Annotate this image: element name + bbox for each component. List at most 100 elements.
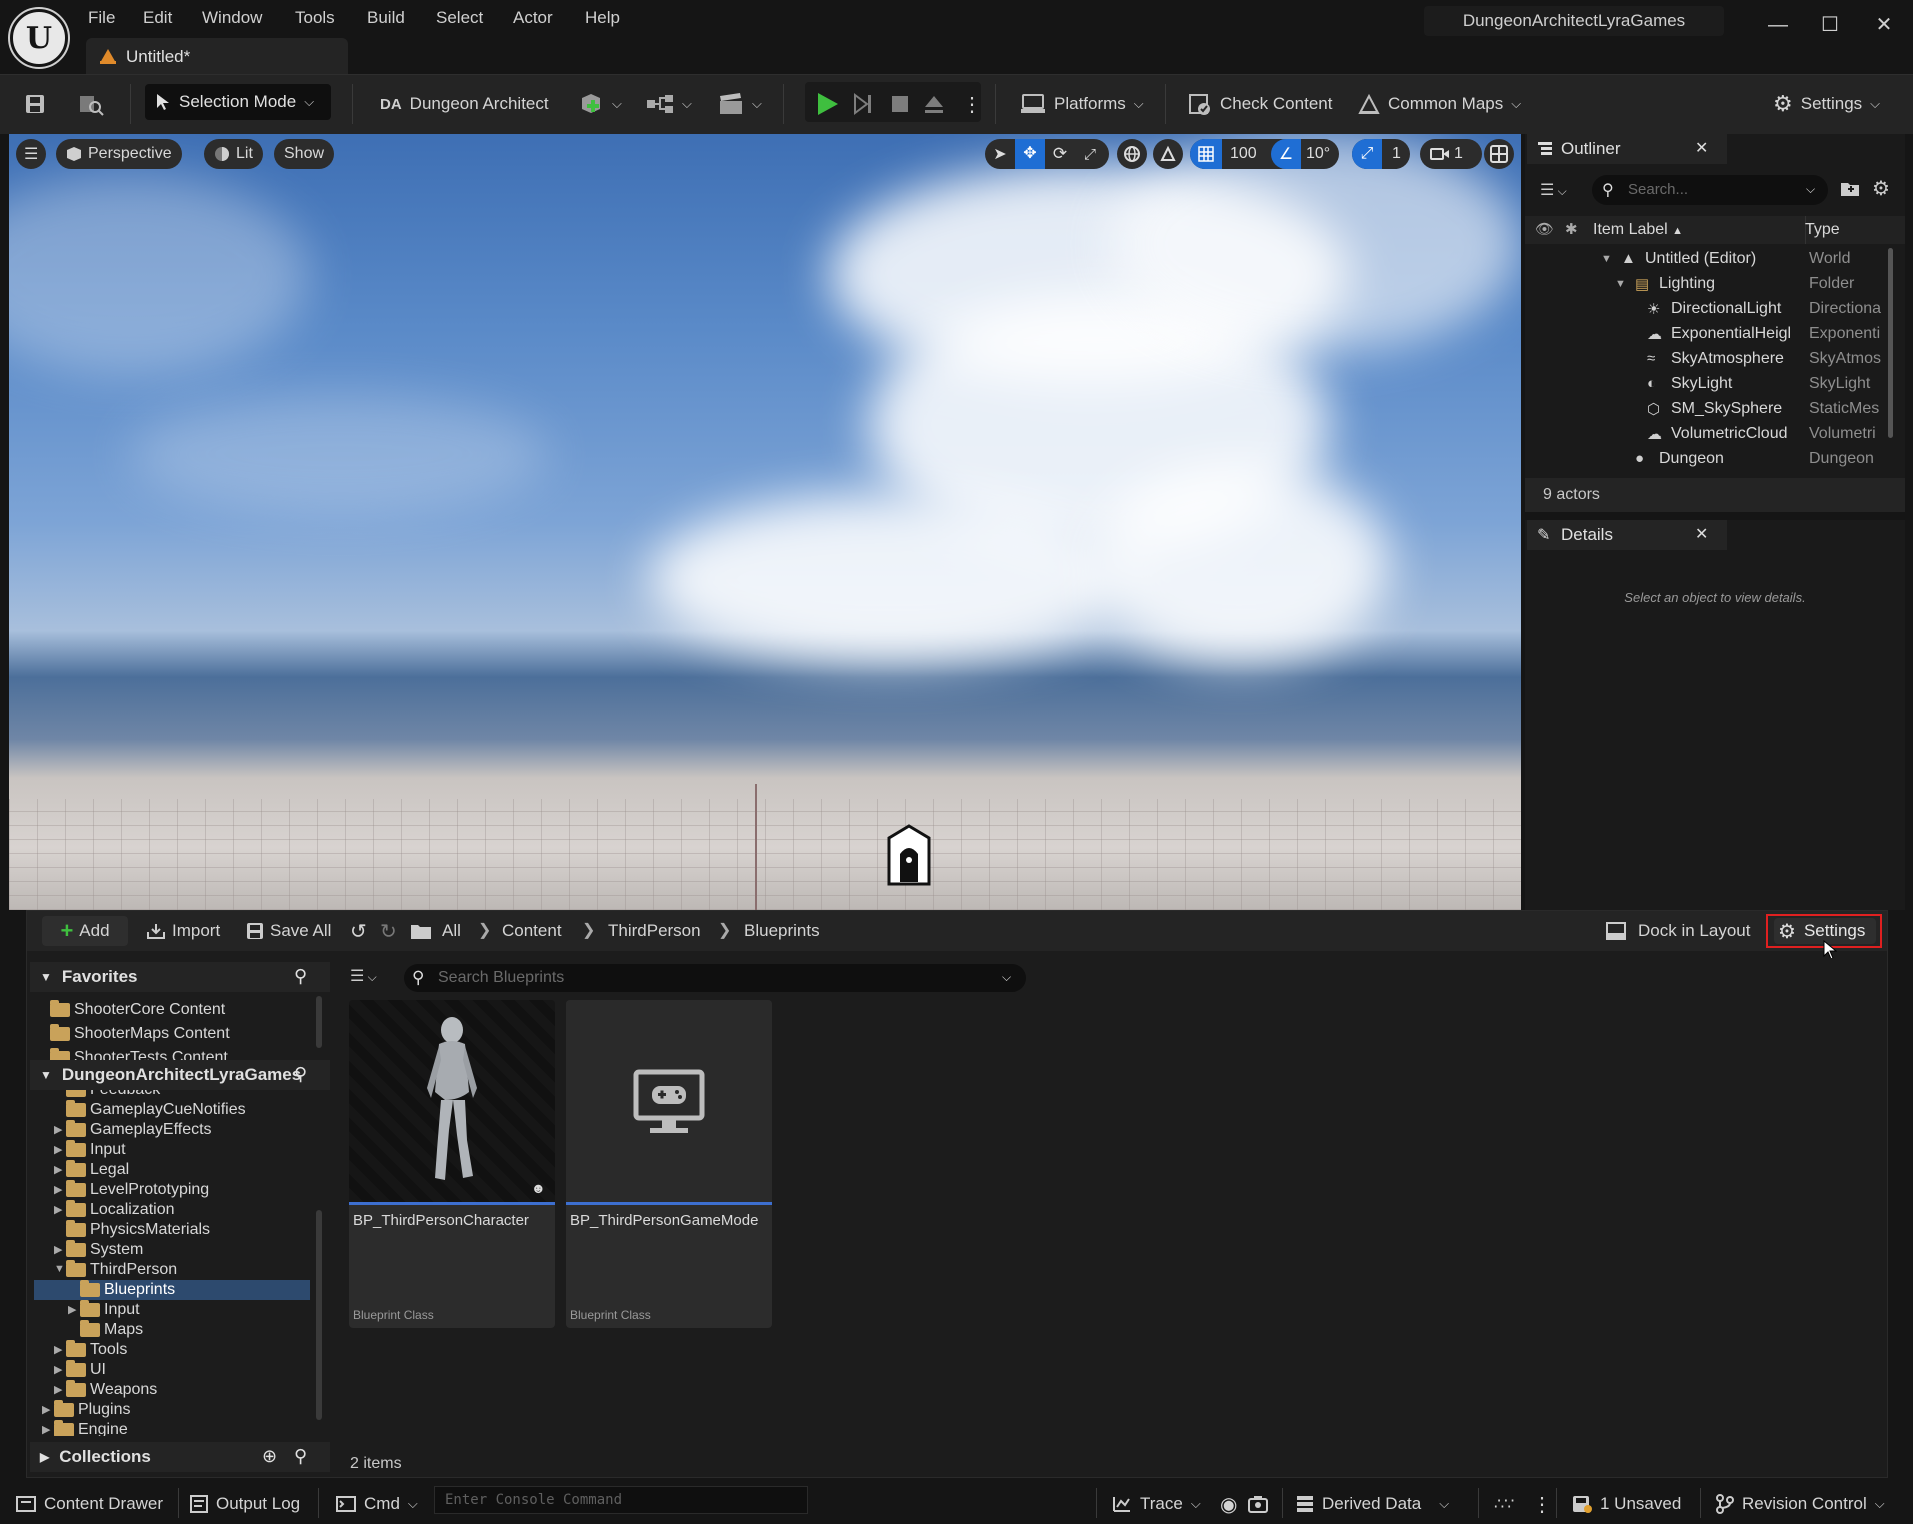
close-icon[interactable]: ✕: [1695, 138, 1708, 158]
chevron-right-icon[interactable]: ▶: [54, 1203, 62, 1216]
folder-tree-item[interactable]: Blueprints: [34, 1280, 310, 1300]
chevron-right-icon[interactable]: ▶: [54, 1143, 62, 1156]
move-tool-icon[interactable]: ✥: [1015, 139, 1045, 169]
folder-tree-item[interactable]: ▶ Tools: [30, 1340, 312, 1360]
chevron-down-icon[interactable]: ▼: [54, 1263, 65, 1275]
breadcrumb-all[interactable]: All: [442, 921, 461, 941]
folder-tree-item[interactable]: ▶ GameplayEffects: [30, 1120, 312, 1140]
chevron-right-icon[interactable]: ▶: [54, 1383, 62, 1396]
scale-snap-control[interactable]: ⤢ 1: [1352, 139, 1410, 169]
platforms-button[interactable]: Platforms ⌵: [1020, 84, 1144, 124]
dungeon-architect-button[interactable]: DA Dungeon Architect: [380, 84, 549, 124]
outliner-row[interactable]: ◐ SkyLight SkyLight: [1525, 373, 1885, 398]
minimize-button[interactable]: —: [1760, 10, 1796, 40]
more-options-icon[interactable]: ⋮: [1532, 1490, 1552, 1518]
level-tab[interactable]: Untitled*: [86, 38, 348, 74]
expand-arrow-icon[interactable]: ▼: [1601, 253, 1612, 265]
content-drawer-button[interactable]: Content Drawer: [16, 1490, 163, 1518]
select-tool-icon[interactable]: ➤: [985, 144, 1015, 164]
breadcrumb-content[interactable]: Content: [502, 921, 562, 941]
console-input[interactable]: Enter Console Command: [434, 1486, 808, 1514]
folder-tree-item[interactable]: ▶ Legal: [30, 1160, 312, 1180]
asset-card-character[interactable]: ☻ BP_ThirdPersonCharacter Blueprint Clas…: [349, 1000, 555, 1328]
cinematics-button[interactable]: ⌵: [718, 84, 762, 124]
asset-filter-button[interactable]: ☰ ⌵: [350, 966, 377, 986]
stop-icon[interactable]: [890, 84, 910, 124]
item-label-column[interactable]: Item Label ▲: [1593, 221, 1683, 239]
folder-tree-item[interactable]: ▶ System: [30, 1240, 312, 1260]
favorites-scrollbar[interactable]: [316, 996, 322, 1048]
cmd-dropdown[interactable]: Cmd ⌵: [336, 1490, 418, 1518]
breadcrumb-thirdperson[interactable]: ThirdPerson: [608, 921, 701, 941]
outliner-row[interactable]: ☁ ExponentialHeigl Exponenti: [1525, 323, 1885, 348]
chevron-right-icon[interactable]: ▶: [42, 1403, 50, 1416]
outliner-row[interactable]: ⬡ SM_SkySphere StaticMes: [1525, 398, 1885, 423]
outliner-row[interactable]: ▼ ▤ Lighting Folder: [1525, 273, 1885, 298]
folder-tree-item[interactable]: ▶ Engine: [30, 1420, 312, 1436]
folder-tree-item[interactable]: ▶ Plugins: [30, 1400, 312, 1420]
import-button[interactable]: Import: [146, 917, 220, 945]
viewport-layout-icon[interactable]: [1484, 139, 1514, 169]
record-icon[interactable]: ◉: [1220, 1490, 1237, 1518]
folder-tree-item[interactable]: ▶ Weapons: [30, 1380, 312, 1400]
unreal-logo-icon[interactable]: U: [8, 7, 70, 69]
collections-header[interactable]: ▶ Collections ⊕ ⚲: [30, 1442, 330, 1472]
close-window-button[interactable]: ✕: [1866, 10, 1902, 40]
folder-tree-item[interactable]: Maps: [30, 1320, 312, 1340]
level-viewport[interactable]: [9, 134, 1521, 910]
menu-file[interactable]: File: [88, 8, 115, 28]
frame-skip-icon[interactable]: [852, 84, 874, 124]
outliner-scrollbar[interactable]: [1888, 248, 1893, 438]
folder-tree-item[interactable]: ▼ ThirdPerson: [30, 1260, 312, 1280]
menu-window[interactable]: Window: [202, 8, 262, 28]
chevron-right-icon[interactable]: ▶: [54, 1123, 62, 1136]
close-icon[interactable]: ✕: [1695, 524, 1708, 544]
folder-icon[interactable]: [410, 922, 432, 940]
play-icon[interactable]: [814, 84, 840, 124]
folder-tree-item[interactable]: ▶ Input: [30, 1300, 312, 1320]
blueprints-button[interactable]: ⌵: [646, 84, 692, 124]
add-button[interactable]: + Add: [42, 916, 128, 946]
favorite-item[interactable]: ShooterMaps Content: [30, 1024, 312, 1044]
outliner-row[interactable]: ▼ ▲ Untitled (Editor) World: [1525, 248, 1885, 273]
maximize-button[interactable]: ☐: [1812, 10, 1848, 40]
outliner-row[interactable]: ● Dungeon Dungeon: [1525, 448, 1885, 473]
perspective-button[interactable]: Perspective: [56, 139, 182, 169]
derived-data-button[interactable]: Derived Data ⌵: [1296, 1490, 1449, 1518]
chevron-right-icon[interactable]: ▶: [54, 1363, 62, 1376]
rotate-tool-icon[interactable]: ⟳: [1045, 144, 1075, 164]
source-control-icon[interactable]: ∴∵: [1494, 1490, 1514, 1518]
chevron-right-icon[interactable]: ▶: [54, 1243, 62, 1256]
search-icon[interactable]: ⚲: [294, 1446, 307, 1467]
folder-tree-item[interactable]: ▶ LevelPrototyping: [30, 1180, 312, 1200]
forward-icon[interactable]: ↻: [380, 917, 397, 945]
gear-icon[interactable]: ⚙: [1872, 176, 1890, 201]
menu-help[interactable]: Help: [585, 8, 620, 28]
pin-icon[interactable]: ✱: [1565, 220, 1578, 238]
new-folder-icon[interactable]: [1840, 179, 1860, 197]
save-icon[interactable]: [24, 84, 46, 124]
details-tab[interactable]: ✎ Details ✕: [1527, 520, 1727, 550]
unsaved-button[interactable]: 1 Unsaved: [1572, 1490, 1681, 1518]
common-maps-button[interactable]: Common Maps ⌵: [1358, 84, 1521, 124]
expand-arrow-icon[interactable]: ▼: [1615, 278, 1626, 290]
menu-select[interactable]: Select: [436, 8, 483, 28]
folder-tree-item[interactable]: GameplayCueNotifies: [30, 1100, 312, 1120]
dungeon-actor-icon[interactable]: [884, 824, 934, 888]
trace-button[interactable]: Trace ⌵: [1112, 1490, 1201, 1518]
chevron-right-icon[interactable]: ▶: [42, 1423, 50, 1436]
rotation-snap-control[interactable]: ∠ 10°: [1271, 139, 1339, 169]
folder-tree-item[interactable]: Feedback: [30, 1090, 312, 1100]
scale-tool-icon[interactable]: ⤢: [1075, 146, 1105, 163]
toolbar-settings-button[interactable]: ⚙ Settings ⌵: [1773, 84, 1880, 124]
more-options-icon[interactable]: ⋮: [962, 84, 982, 124]
asset-search-input[interactable]: ⚲ Search Blueprints ⌵: [404, 964, 1026, 992]
chevron-right-icon[interactable]: ▶: [54, 1343, 62, 1356]
eject-icon[interactable]: [923, 84, 945, 124]
selection-mode-dropdown[interactable]: Selection Mode ⌵: [145, 84, 331, 120]
lit-button[interactable]: Lit: [204, 139, 263, 169]
back-icon[interactable]: ↺: [350, 917, 367, 945]
type-column-header[interactable]: Type: [1805, 221, 1840, 239]
outliner-tab[interactable]: Outliner ✕: [1527, 134, 1727, 164]
folder-tree-item[interactable]: PhysicsMaterials: [30, 1220, 312, 1240]
